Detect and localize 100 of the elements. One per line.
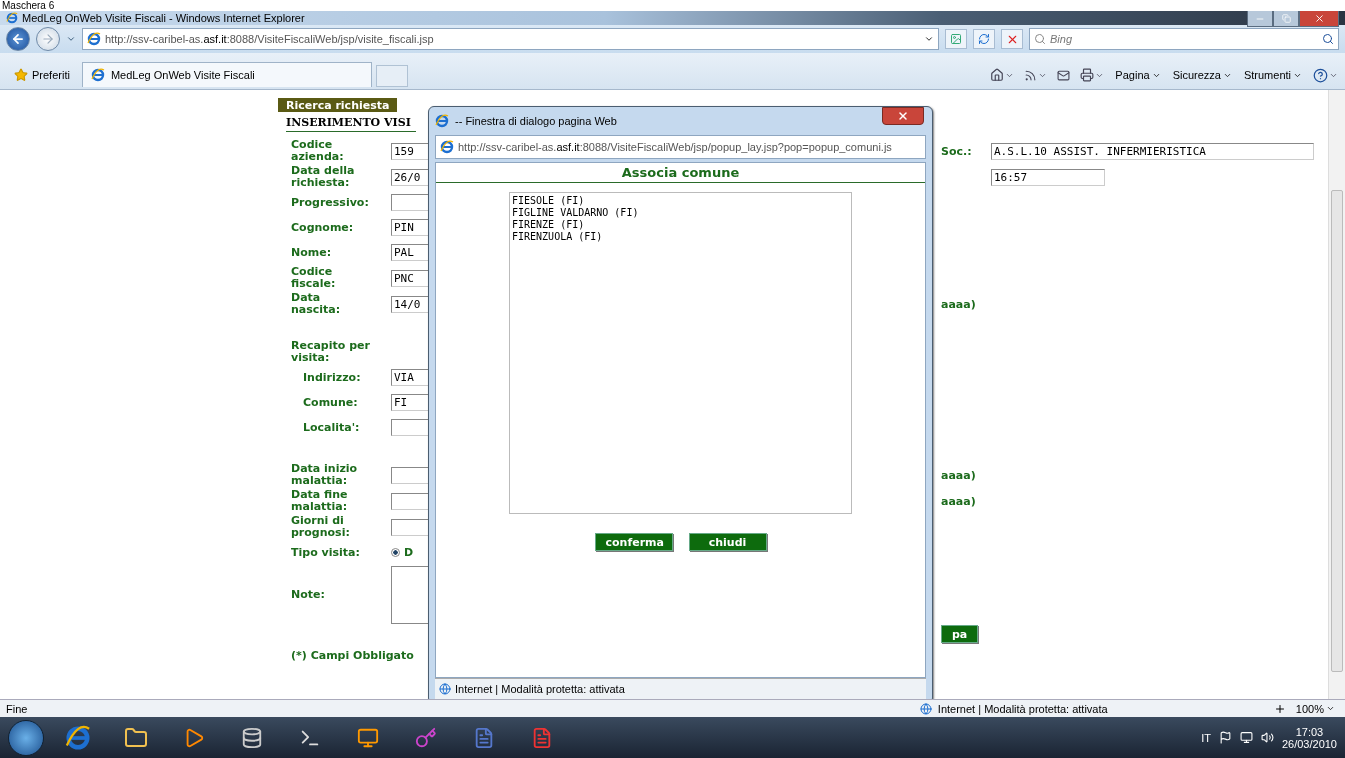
dropdown-caret-icon[interactable]: [66, 34, 76, 44]
ie-logo-icon: [65, 724, 91, 751]
refresh-icon: [978, 33, 990, 45]
page-icon: [950, 33, 962, 45]
forward-arrow-icon: [41, 32, 55, 46]
section-label: Recapito per visita:: [291, 340, 371, 364]
field-label: Data inizio malattia:: [291, 463, 359, 487]
field-label: Localita':: [302, 421, 361, 434]
forward-button[interactable]: [36, 27, 60, 51]
back-arrow-icon: [11, 32, 25, 46]
radio-button[interactable]: [391, 548, 400, 557]
ie-logo-icon: [440, 140, 454, 154]
ie-logo-icon: [87, 32, 101, 46]
network-icon[interactable]: [1239, 731, 1253, 744]
field-label: Indirizzo:: [302, 371, 362, 384]
form-heading: INSERIMENTO VISI: [286, 116, 416, 132]
caption-text: Maschera 6: [2, 0, 55, 11]
dialog-title: -- Finestra di dialogo pagina Web: [455, 115, 617, 127]
field-label: Note:: [291, 589, 326, 601]
document-icon: [531, 726, 553, 749]
printer-icon: [1080, 68, 1095, 82]
key-icon: [415, 726, 437, 749]
search-field[interactable]: Bing: [1029, 28, 1339, 50]
close-icon: [897, 110, 909, 122]
status-text: Fine: [6, 702, 28, 715]
field-label: Data nascita:: [291, 292, 342, 316]
window-title: MedLeg OnWeb Visite Fiscali - Windows Internet Explorer: [22, 12, 305, 24]
volume-icon[interactable]: [1260, 731, 1274, 744]
field-label: Nome:: [291, 246, 333, 259]
minimize-button[interactable]: [1247, 11, 1273, 27]
url-text: http://ssv-caribel-as.asf.it:8088/VisiteFiscaliWeb/jsp/popup_lay.jsp?pop=popup_comuni.js: [458, 141, 892, 153]
menu-button[interactable]: Strumenti: [1239, 63, 1306, 87]
clock[interactable]: 17:03 26/03/2010: [1281, 725, 1337, 750]
confirm-button[interactable]: conferma: [594, 533, 673, 551]
list-item[interactable]: FIESOLE (FI): [512, 195, 849, 207]
field-label: Data fine malattia:: [291, 489, 349, 513]
help-icon: [1313, 67, 1328, 83]
zoom-button[interactable]: 100%: [1291, 696, 1339, 721]
refresh-button[interactable]: [973, 29, 995, 49]
flag-icon[interactable]: [1218, 731, 1232, 744]
close-icon: [1313, 13, 1325, 24]
field-label: Codice azienda:: [291, 139, 345, 163]
list-item[interactable]: FIRENZE (FI): [512, 219, 849, 231]
field-label: Progressivo:: [291, 196, 370, 209]
star-icon: [14, 68, 28, 82]
field-label: Giorni di prognosi:: [291, 515, 351, 539]
search-icon[interactable]: [1322, 33, 1334, 45]
globe-icon: [439, 683, 451, 695]
rss-icon: [1024, 68, 1038, 82]
list-item[interactable]: FIGLINE VALDARNO (FI): [512, 207, 849, 219]
menu-button[interactable]: Sicurezza: [1168, 63, 1236, 87]
field-label: Soc.:: [941, 144, 973, 158]
field-label: Data della richiesta:: [291, 165, 356, 189]
back-button[interactable]: [6, 27, 30, 51]
text-field[interactable]: 16:57: [991, 168, 1105, 186]
globe-icon: [919, 702, 932, 715]
required-fields-note: (*) Campi Obbligato: [290, 649, 415, 662]
search-placeholder: Bing: [1050, 33, 1074, 45]
scrollbar[interactable]: [1328, 90, 1345, 699]
language-indicator[interactable]: IT: [1201, 731, 1211, 744]
search-request-button[interactable]: Ricerca richiesta: [278, 98, 398, 112]
field-label: Cognome:: [291, 221, 355, 234]
print-button[interactable]: pa: [941, 625, 979, 643]
close-button[interactable]: [882, 107, 924, 125]
caret-icon[interactable]: [924, 34, 934, 44]
status-text: Internet | Modalità protetta: attivata: [455, 683, 625, 695]
start-button[interactable]: [8, 719, 44, 756]
home-icon: [990, 68, 1005, 82]
caret-icon: [1326, 704, 1335, 713]
favorites-button[interactable]: Preferiti: [6, 63, 78, 87]
search-icon: [1034, 33, 1046, 45]
database-icon: [241, 726, 263, 749]
format-hint: aaaa): [941, 494, 977, 508]
stop-button[interactable]: [1001, 29, 1023, 49]
address-field[interactable]: http://ssv-caribel-as.asf.it:8088/VisiteFiscaliWeb/jsp/popup_lay.jsp?pop=popup_comuni.js: [435, 135, 926, 159]
browser-tab[interactable]: MedLeg OnWeb Visite Fiscali: [81, 62, 372, 87]
dialog-heading: Associa comune: [436, 163, 925, 183]
restore-icon: [1281, 14, 1291, 23]
mail-icon: [1057, 68, 1071, 82]
address-field[interactable]: http://ssv-caribel-as.asf.it:8088/VisiteFiscaliWeb/jsp/visite_fiscali.jsp: [82, 28, 939, 50]
text-field[interactable]: A.S.L.10 ASSIST. INFERMIERISTICA: [991, 142, 1314, 160]
field-label: Codice fiscale:: [291, 266, 337, 290]
ie-logo-icon: [90, 68, 105, 82]
maximize-button[interactable]: [1273, 11, 1299, 27]
ie-logo-icon: [6, 12, 18, 24]
municipality-list[interactable]: FIESOLE (FI) FIGLINE VALDARNO (FI) FIRENZE (FI) FIRENZUOLA (FI): [509, 192, 852, 514]
field-label: Tipo visita:: [291, 546, 361, 559]
zone-text: Internet | Modalità protetta: attivata: [937, 702, 1109, 715]
url-text: http://ssv-caribel-as.asf.it:8088/VisiteFiscaliWeb/jsp/visite_fiscali.jsp: [105, 33, 434, 45]
document-icon: [473, 726, 495, 749]
list-item[interactable]: FIRENZUOLA (FI): [512, 231, 849, 243]
field-label: Comune:: [302, 396, 359, 409]
monitor-icon: [357, 726, 379, 749]
close-dialog-button[interactable]: chiudi: [688, 533, 767, 551]
menu-button[interactable]: Pagina: [1111, 63, 1165, 87]
compatibility-button[interactable]: [945, 29, 967, 49]
radio-label: D: [404, 546, 414, 559]
format-hint: aaaa): [941, 297, 977, 311]
folder-icon: [124, 725, 148, 750]
format-hint: aaaa): [941, 468, 977, 482]
